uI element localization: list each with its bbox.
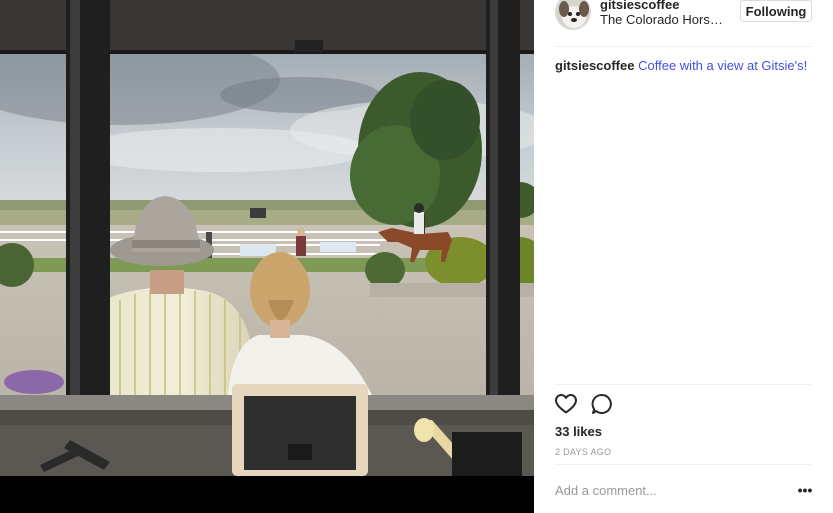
likes-count[interactable]: 33 likes — [555, 424, 602, 439]
caption-text[interactable]: Coffee with a view at Gitsie's! — [638, 58, 807, 73]
post-image — [0, 0, 534, 513]
actions-divider — [555, 384, 812, 385]
post-header: gitsiescoffee The Colorado Horse Park Fo… — [534, 0, 833, 46]
comment-icon[interactable] — [590, 392, 616, 418]
avatar[interactable] — [555, 0, 591, 30]
header-location[interactable]: The Colorado Horse Park — [600, 12, 724, 27]
header-username[interactable]: gitsiescoffee — [600, 0, 679, 12]
following-button[interactable]: Following — [740, 0, 812, 22]
caption: gitsiescoffee Coffee with a view at Gits… — [555, 58, 825, 74]
post-timestamp[interactable]: 2 days ago — [555, 447, 611, 457]
more-options-icon[interactable]: ••• — [796, 480, 814, 500]
post-photo[interactable] — [0, 0, 534, 513]
dog-avatar-icon — [556, 0, 590, 29]
post-sidebar: gitsiescoffee The Colorado Horse Park Fo… — [534, 0, 833, 513]
header-divider — [555, 46, 812, 47]
comment-divider — [555, 464, 812, 465]
caption-username[interactable]: gitsiescoffee — [555, 58, 634, 73]
heart-icon[interactable] — [554, 392, 580, 418]
add-comment-input[interactable] — [555, 480, 785, 500]
